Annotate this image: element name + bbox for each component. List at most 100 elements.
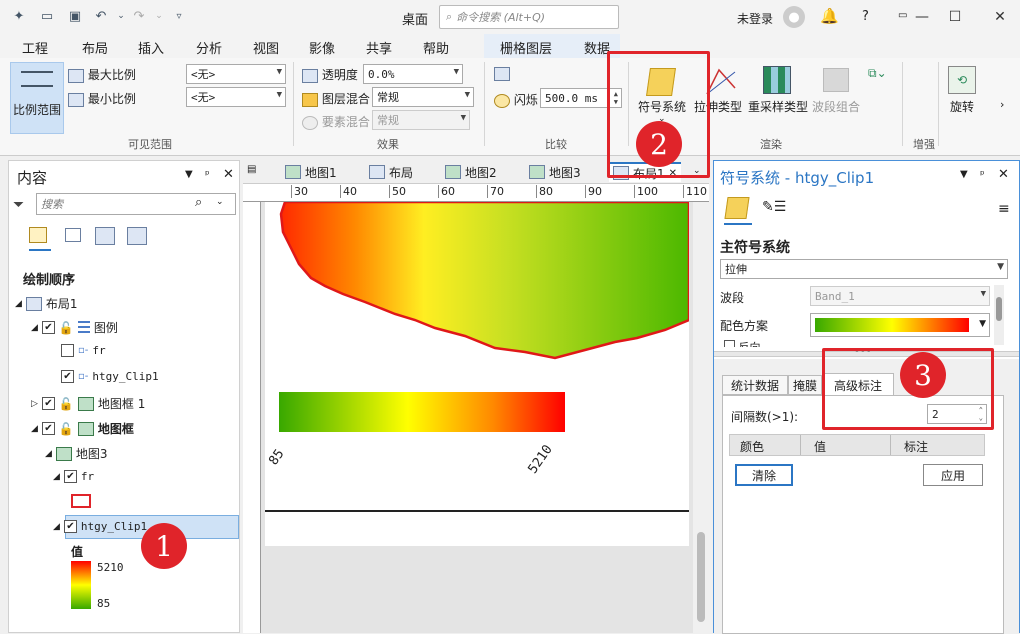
min-scale-combo[interactable]: <无> ▼ (186, 87, 286, 107)
customize-toolbar-icon[interactable]: ▿ (170, 8, 188, 24)
layer-blend-combo[interactable]: 常规 ▼ (372, 87, 474, 107)
close-pane-icon[interactable]: ✕ (223, 167, 234, 182)
resample-type-button[interactable]: 重采样类型 (748, 98, 808, 115)
vary-symbology-tab-icon[interactable]: ✎☰ (762, 199, 786, 215)
tree-item-legend[interactable]: ◢ ✔ 🔓 图例 (31, 319, 118, 336)
tab-project[interactable]: 工程 (22, 38, 48, 57)
tab-share[interactable]: 共享 (366, 38, 392, 57)
primary-symbology-select[interactable]: 拉伸 ▼ (720, 259, 1008, 279)
ribbon-scroll-right-icon[interactable]: › (1000, 98, 1004, 111)
tab-list-icon[interactable]: ▤ (247, 164, 256, 175)
dra-icon[interactable]: ⧉⌄ (868, 66, 887, 81)
pane-options-icon[interactable]: ▼ (960, 169, 968, 180)
help-icon[interactable]: ? (862, 9, 869, 24)
color-ramp-swatch[interactable] (71, 561, 91, 609)
login-status[interactable]: 未登录 (737, 10, 773, 27)
new-project-icon[interactable]: ✦ (10, 8, 28, 24)
vertical-scrollbar[interactable] (693, 202, 709, 633)
pane-options-icon[interactable]: ▼ (185, 169, 193, 180)
tab-view[interactable]: 视图 (253, 38, 279, 57)
clear-button[interactable]: 清除 (735, 464, 793, 486)
checkbox[interactable]: ✔ (63, 520, 77, 533)
maximize-icon[interactable]: ☐ (943, 6, 967, 28)
legend-color-bar[interactable] (279, 392, 565, 432)
notification-bell-icon[interactable]: 🔔 (820, 7, 839, 25)
tree-item-htgy-layer[interactable]: ◢ ✔ htgy_Clip1 (53, 520, 147, 533)
transparency-item[interactable]: 透明度 (302, 66, 358, 83)
tab-insert[interactable]: 插入 (138, 38, 164, 57)
primary-symbology-tab-icon[interactable] (724, 197, 750, 219)
data-source-icon[interactable] (65, 227, 81, 242)
pin-icon[interactable]: ᵖ (205, 168, 210, 181)
flicker-item[interactable]: 闪烁 (494, 91, 538, 108)
scale-range-label: 比例范围 (13, 103, 62, 117)
search-icon[interactable]: ⌕ (195, 195, 202, 210)
filter-icon[interactable]: ⏷ (13, 197, 24, 213)
checkbox[interactable]: ✔ (41, 422, 55, 435)
dem-map[interactable] (265, 202, 689, 372)
redo-dropdown-icon[interactable]: ⌄ (150, 8, 168, 24)
tree-item-fr-layer[interactable]: ◢ ✔ fr (53, 470, 94, 483)
band-select[interactable]: Band_1 ▼ (810, 286, 990, 306)
save-icon[interactable]: ▣ (66, 8, 84, 24)
layout-page[interactable]: 85 5210 (265, 202, 689, 546)
swipe-item[interactable] (494, 66, 510, 81)
close-pane-icon[interactable]: ✕ (998, 167, 1009, 182)
open-folder-icon[interactable]: ▭ (38, 8, 56, 24)
checkbox[interactable]: ✔ (41, 397, 55, 410)
doc-tab-map2[interactable]: 地图2 (441, 162, 501, 182)
checkbox[interactable]: ✔ (61, 370, 74, 383)
doc-tab-map3[interactable]: 地图3 (525, 162, 585, 182)
selection-icon[interactable] (95, 227, 115, 245)
rotate-button[interactable]: 旋转 (950, 98, 974, 115)
properties-scrollbar[interactable] (994, 285, 1004, 345)
tab-mask[interactable]: 掩膜 (788, 375, 822, 395)
checkbox[interactable] (61, 344, 74, 357)
user-avatar-icon[interactable]: ● (783, 6, 805, 28)
band-combination-button[interactable]: 波段组合 (812, 98, 860, 115)
tree-item-mapframe1[interactable]: ▷ ✔ 🔓 地图框 1 (31, 395, 145, 412)
menu-icon[interactable]: ≡ (998, 201, 1010, 217)
minimize-icon[interactable]: — (910, 6, 934, 28)
tree-item-map3[interactable]: ◢ 地图3 (45, 445, 108, 462)
transparency-combo[interactable]: 0.0% ▼ (363, 64, 463, 84)
tab-raster-layer[interactable]: 栅格图层 (500, 38, 553, 60)
pin-icon[interactable]: ᵖ (980, 168, 985, 181)
scale-range-button[interactable]: 比例范围 (10, 62, 64, 134)
undo-icon[interactable]: ↶ (92, 8, 110, 24)
tree-item-fr[interactable]: ▫- fr (61, 344, 106, 357)
tree-item-mapframe[interactable]: ◢ ✔ 🔓 地图框 (31, 420, 134, 437)
scrollbar-thumb[interactable] (697, 532, 705, 622)
frame-border-line (265, 510, 689, 512)
undo-dropdown-icon[interactable]: ⌄ (112, 8, 130, 24)
max-scale-combo[interactable]: <无> ▼ (186, 64, 286, 84)
tab-analysis[interactable]: 分析 (196, 38, 222, 57)
feature-blend-item[interactable]: 要素混合 (302, 113, 370, 130)
min-scale-item[interactable]: 最小比例 (68, 90, 136, 107)
feature-blend-combo[interactable]: 常规 ▼ (372, 110, 470, 130)
max-scale-item[interactable]: 最大比例 (68, 66, 136, 83)
color-scheme-select[interactable]: ▼ (810, 313, 990, 337)
checkbox[interactable]: ✔ (63, 470, 77, 483)
command-search-input[interactable]: ⌕ 命令搜索 (Alt+Q) (439, 5, 619, 29)
checkbox[interactable]: ✔ (41, 321, 55, 334)
drawing-order-icon[interactable] (29, 227, 51, 251)
tab-help[interactable]: 帮助 (423, 38, 449, 57)
fr-symbol-swatch[interactable] (71, 494, 91, 508)
tab-imagery[interactable]: 影像 (309, 38, 335, 57)
editing-icon[interactable] (127, 227, 147, 245)
doc-tab-layout[interactable]: 布局 (365, 162, 417, 182)
tree-item-layout1[interactable]: ◢ 布局1 (15, 295, 78, 312)
layer-blend-item[interactable]: 图层混合 (302, 90, 370, 107)
chevron-down-icon[interactable]: ⌄ (216, 197, 224, 207)
tab-layout[interactable]: 布局 (82, 38, 108, 57)
ribbon-display-icon[interactable]: ▭ (898, 10, 907, 21)
contents-search-input[interactable]: 搜索 (36, 193, 236, 215)
close-icon[interactable]: ✕ (988, 6, 1012, 28)
apply-button[interactable]: 应用 (923, 464, 983, 486)
tab-statistics[interactable]: 统计数据 (722, 375, 788, 395)
redo-icon[interactable]: ↷ (130, 8, 148, 24)
invert-checkbox[interactable]: 反向 (724, 339, 761, 347)
doc-tab-map1[interactable]: 地图1 (281, 162, 341, 182)
tree-item-htgy[interactable]: ✔ ▫- htgy_Clip1 (61, 370, 159, 383)
